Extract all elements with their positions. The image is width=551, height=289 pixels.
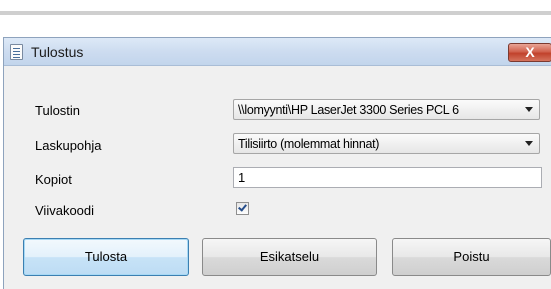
barcode-label: Viivakoodi bbox=[35, 203, 95, 218]
exit-button[interactable]: Poistu bbox=[392, 238, 551, 276]
template-select[interactable]: Tilisiirto (molemmat hinnat) bbox=[233, 133, 540, 154]
barcode-checkbox[interactable] bbox=[236, 202, 249, 215]
copies-input[interactable] bbox=[234, 168, 541, 187]
print-dialog: Tulostus X Tulostin \\lomyynti\HP LaserJ… bbox=[3, 37, 551, 289]
preview-button[interactable]: Esikatselu bbox=[202, 238, 377, 276]
top-divider bbox=[0, 11, 551, 15]
title-bar[interactable]: Tulostus X bbox=[4, 38, 551, 66]
printer-select[interactable]: \\lomyynti\HP LaserJet 3300 Series PCL 6 bbox=[233, 99, 540, 120]
template-label: Laskupohja bbox=[35, 138, 102, 153]
close-icon: X bbox=[525, 44, 535, 60]
printer-value: \\lomyynti\HP LaserJet 3300 Series PCL 6 bbox=[238, 103, 459, 117]
copies-field[interactable] bbox=[233, 167, 542, 188]
template-value: Tilisiirto (molemmat hinnat) bbox=[238, 137, 380, 151]
copies-label: Kopiot bbox=[35, 172, 72, 187]
print-button[interactable]: Tulosta bbox=[23, 238, 189, 276]
close-button[interactable]: X bbox=[508, 43, 551, 62]
document-icon bbox=[10, 44, 23, 60]
dialog-title: Tulostus bbox=[31, 44, 84, 60]
printer-label: Tulostin bbox=[35, 103, 81, 118]
chevron-down-icon bbox=[525, 141, 533, 146]
chevron-down-icon bbox=[525, 107, 533, 112]
checkmark-icon bbox=[238, 202, 247, 212]
